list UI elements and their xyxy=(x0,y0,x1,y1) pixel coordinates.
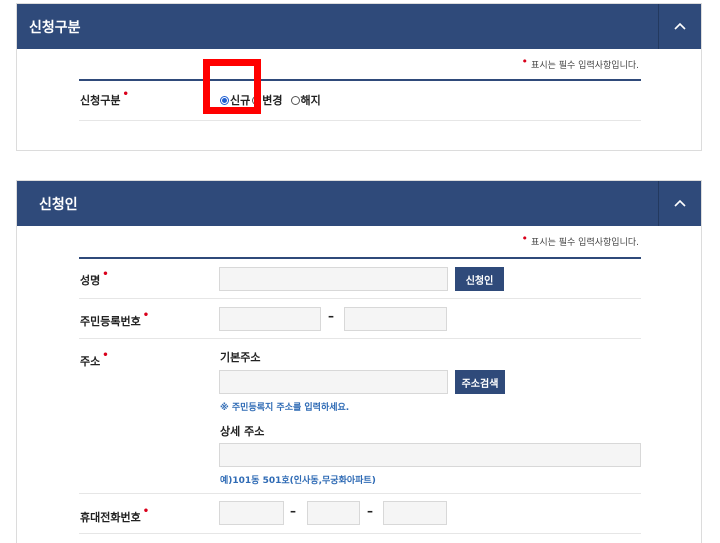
applicant-panel: 신청인 • 표시는 필수 입력사항입니다. 성명 • 신청인 주민등록번호 • – 주… xyxy=(16,180,702,543)
detail-address-label: 상세 주소 xyxy=(220,425,265,438)
mobile-separator: – xyxy=(290,504,296,518)
field-label-application-type: 신청구분 • xyxy=(80,89,129,107)
row-divider xyxy=(79,120,641,121)
field-label-rrn: 주민등록번호 • xyxy=(80,310,150,328)
name-input[interactable] xyxy=(219,267,448,291)
radio-cancel[interactable]: 해지 xyxy=(290,92,321,108)
basic-address-label: 기본주소 xyxy=(220,351,261,364)
row-divider xyxy=(79,493,641,494)
required-dot: • xyxy=(102,350,109,361)
field-label-address: 주소 • xyxy=(80,350,109,368)
required-note: • 표시는 필수 입력사항입니다. xyxy=(521,232,639,248)
panel-header: 신청구분 xyxy=(17,4,701,49)
rrn-front-input[interactable] xyxy=(219,307,321,331)
mobile-separator: – xyxy=(367,504,373,518)
chevron-up-icon xyxy=(674,22,686,30)
required-dot: • xyxy=(142,506,150,517)
required-dot: • xyxy=(142,310,150,321)
highlight-annotation-box xyxy=(203,59,261,114)
required-dot: • xyxy=(521,232,529,245)
mobile-first-input[interactable] xyxy=(219,501,284,525)
mobile-middle-input[interactable] xyxy=(307,501,360,525)
application-type-panel: 신청구분 • 표시는 필수 입력사항입니다. 신청구분 • 신규 변경 해지 xyxy=(16,3,702,151)
rrn-back-input[interactable] xyxy=(344,307,447,331)
chevron-up-icon xyxy=(674,199,686,207)
panel-header: 신청인 xyxy=(17,181,701,226)
panel-title: 신청인 xyxy=(39,197,78,213)
detail-address-input[interactable] xyxy=(219,443,641,467)
required-dot: • xyxy=(521,55,529,68)
radio-button[interactable] xyxy=(290,95,300,105)
required-note: • 표시는 필수 입력사항입니다. xyxy=(521,55,639,71)
mobile-last-input[interactable] xyxy=(383,501,447,525)
applicant-button[interactable]: 신청인 xyxy=(455,267,504,291)
field-label-mobile: 휴대전화번호 • xyxy=(80,506,150,524)
field-label-name: 성명 • xyxy=(80,269,109,287)
detail-address-hint: 예)101동 501호(인사동,무궁화아파트) xyxy=(220,476,376,486)
required-dot: • xyxy=(122,89,129,100)
section-divider xyxy=(79,257,641,259)
panel-title: 신청구분 xyxy=(29,20,81,36)
collapse-button[interactable] xyxy=(658,4,701,49)
required-dot: • xyxy=(102,269,109,280)
basic-address-input[interactable] xyxy=(219,370,448,394)
rrn-separator: – xyxy=(328,309,334,323)
collapse-button[interactable] xyxy=(658,181,701,226)
section-divider xyxy=(79,79,641,81)
row-divider xyxy=(79,298,641,299)
address-search-button[interactable]: 주소검색 xyxy=(455,370,505,394)
row-divider xyxy=(79,338,641,339)
address-hint: ※ 주민등록지 주소를 입력하세요. xyxy=(220,403,350,413)
row-divider xyxy=(79,533,641,534)
